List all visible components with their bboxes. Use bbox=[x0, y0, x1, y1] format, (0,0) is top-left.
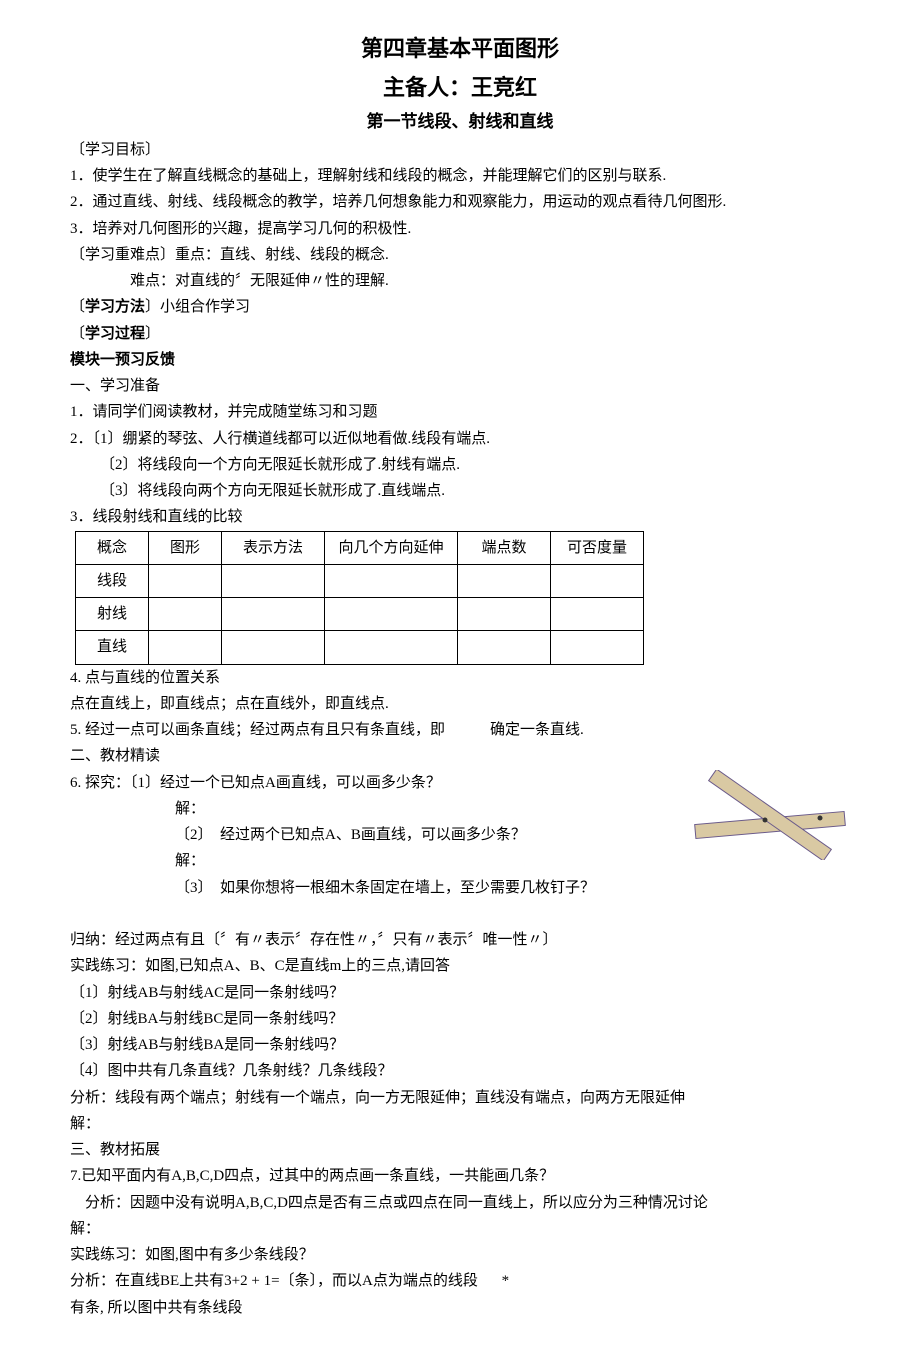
th-figure: 图形 bbox=[149, 531, 222, 564]
objectives-heading: 〔学习目标〕 bbox=[70, 137, 850, 163]
expand-heading: 三、教材拓展 bbox=[70, 1137, 850, 1163]
comparison-table: 概念 图形 表示方法 向几个方向延伸 端点数 可否度量 线段 射线 直线 bbox=[75, 531, 644, 665]
crossed-sticks-diagram bbox=[690, 770, 850, 869]
module-1-heading: 模块一预习反馈 bbox=[70, 347, 850, 373]
objective-3: 3．培养对几何图形的兴趣，提高学习几何的积极性. bbox=[70, 216, 850, 242]
question-1: 〔1〕射线AB与射线AC是同一条射线吗？ bbox=[70, 980, 850, 1006]
chapter-title: 第四章基本平面图形 bbox=[70, 30, 850, 69]
solve-label-4: 解： bbox=[70, 1216, 850, 1242]
cell-segment: 线段 bbox=[76, 564, 149, 597]
prep-item-2-3: 〔3〕将线段向两个方向无限延长就形成了.直线端点. bbox=[70, 478, 850, 504]
solve-label-1: 解： bbox=[70, 796, 690, 822]
reading-heading: 二、教材精读 bbox=[70, 743, 850, 769]
objective-1: 1．使学生在了解直线概念的基础上，理解射线和线段的概念，并能理解它们的区别与联系… bbox=[70, 163, 850, 189]
keypoints-main: 〔学习重难点〕重点：直线、射线、线段的概念. bbox=[70, 242, 850, 268]
practice-intro: 实践练习：如图,已知点A、B、C是直线m上的三点,请回答 bbox=[70, 953, 850, 979]
item-5: 5. 经过一点可以画条直线；经过两点有且只有条直线，即 确定一条直线. bbox=[70, 717, 850, 743]
analysis-3-line: 分析：在直线BE上共有3+2 + 1=〔条〕，而以A点为端点的线段 * bbox=[70, 1268, 850, 1294]
asterisk-mark: * bbox=[482, 1273, 510, 1289]
table-header-row: 概念 图形 表示方法 向几个方向延伸 端点数 可否度量 bbox=[76, 531, 644, 564]
prep-item-3: 3．线段射线和直线的比较 bbox=[70, 504, 850, 530]
th-notation: 表示方法 bbox=[222, 531, 325, 564]
method-tail: 〕小组合作学习 bbox=[145, 299, 250, 315]
th-extend: 向几个方向延伸 bbox=[325, 531, 458, 564]
table-row: 射线 bbox=[76, 598, 644, 631]
table-row: 直线 bbox=[76, 631, 644, 664]
method-line: 〔学习方法〕小组合作学习 bbox=[70, 294, 850, 320]
analysis-2: 分析：因题中没有说明A,B,C,D四点是否有三点或四点在同一直线上，所以应分为三… bbox=[70, 1190, 850, 1216]
process-bold: 学习过程 bbox=[85, 326, 145, 342]
th-endpoints: 端点数 bbox=[458, 531, 551, 564]
item-4: 4. 点与直线的位置关系 bbox=[70, 665, 850, 691]
th-measurable: 可否度量 bbox=[551, 531, 644, 564]
th-concept: 概念 bbox=[76, 531, 149, 564]
bracket-open-2: 〔 bbox=[70, 326, 85, 342]
prep-heading: 一、学习准备 bbox=[70, 373, 850, 399]
section-title: 第一节线段、射线和直线 bbox=[70, 107, 850, 137]
keypoints-hard: 难点：对直线的〞无限延伸〃性的理解. bbox=[70, 268, 850, 294]
item-6-2-num: 〔2〕 bbox=[175, 822, 220, 848]
prep-item-1: 1．请同学们阅读教材，并完成随堂练习和习题 bbox=[70, 399, 850, 425]
cell-line: 直线 bbox=[76, 631, 149, 664]
prep-item-2-2: 〔2〕将线段向一个方向无限延长就形成了.射线有端点. bbox=[70, 452, 850, 478]
prep-item-2-1: 2．〔1〕绷紧的琴弦、人行横道线都可以近似地看做.线段有端点. bbox=[70, 426, 850, 452]
practice-2: 实践练习：如图,图中有多少条线段？ bbox=[70, 1242, 850, 1268]
solve-label-3: 解： bbox=[70, 1111, 850, 1137]
bracket-open: 〔 bbox=[70, 299, 85, 315]
item-7: 7.已知平面内有A,B,C,D四点，过其中的两点画一条直线，一共能画几条？ bbox=[70, 1163, 850, 1189]
process-line: 〔学习过程〕 bbox=[70, 321, 850, 347]
process-tail: 〕 bbox=[145, 326, 160, 342]
induction: 归纳：经过两点有且〔〞有〃表示〞存在性〃，〞只有〃表示〞唯一性〃〕 bbox=[70, 927, 850, 953]
solve-label-2: 解： bbox=[70, 848, 690, 874]
cell-ray: 射线 bbox=[76, 598, 149, 631]
question-3: 〔3〕射线AB与射线BA是同一条射线吗？ bbox=[70, 1032, 850, 1058]
table-row: 线段 bbox=[76, 564, 644, 597]
question-4: 〔4〕图中共有几条直线？几条射线？几条线段？ bbox=[70, 1058, 850, 1084]
item-4-detail: 点在直线上，即直线点；点在直线外，即直线点. bbox=[70, 691, 850, 717]
question-2: 〔2〕射线BA与射线BC是同一条射线吗？ bbox=[70, 1006, 850, 1032]
analysis-3b: 有条, 所以图中共有条线段 bbox=[70, 1295, 850, 1321]
author-line: 主备人：王竞红 bbox=[70, 69, 850, 108]
item-6-2-text: 经过两个已知点A、B画直线，可以画多少条？ bbox=[220, 822, 526, 848]
item-6-3-num: 〔3〕 bbox=[175, 875, 220, 901]
method-bold: 学习方法 bbox=[85, 299, 145, 315]
item-6-3-text: 如果你想将一根细木条固定在墙上，至少需要几枚钉子？ bbox=[220, 875, 595, 901]
analysis-3a: 分析：在直线BE上共有3+2 + 1=〔条〕，而以A点为端点的线段 bbox=[70, 1273, 478, 1289]
objective-2: 2．通过直线、射线、线段概念的教学，培养几何想象能力和观察能力，用运动的观点看待… bbox=[70, 189, 850, 215]
analysis-1: 分析：线段有两个端点；射线有一个端点，向一方无限延伸；直线没有端点，向两方无限延… bbox=[70, 1085, 850, 1111]
item-6: 6. 探究：〔1〕经过一个已知点A画直线，可以画多少条？ bbox=[70, 770, 690, 796]
